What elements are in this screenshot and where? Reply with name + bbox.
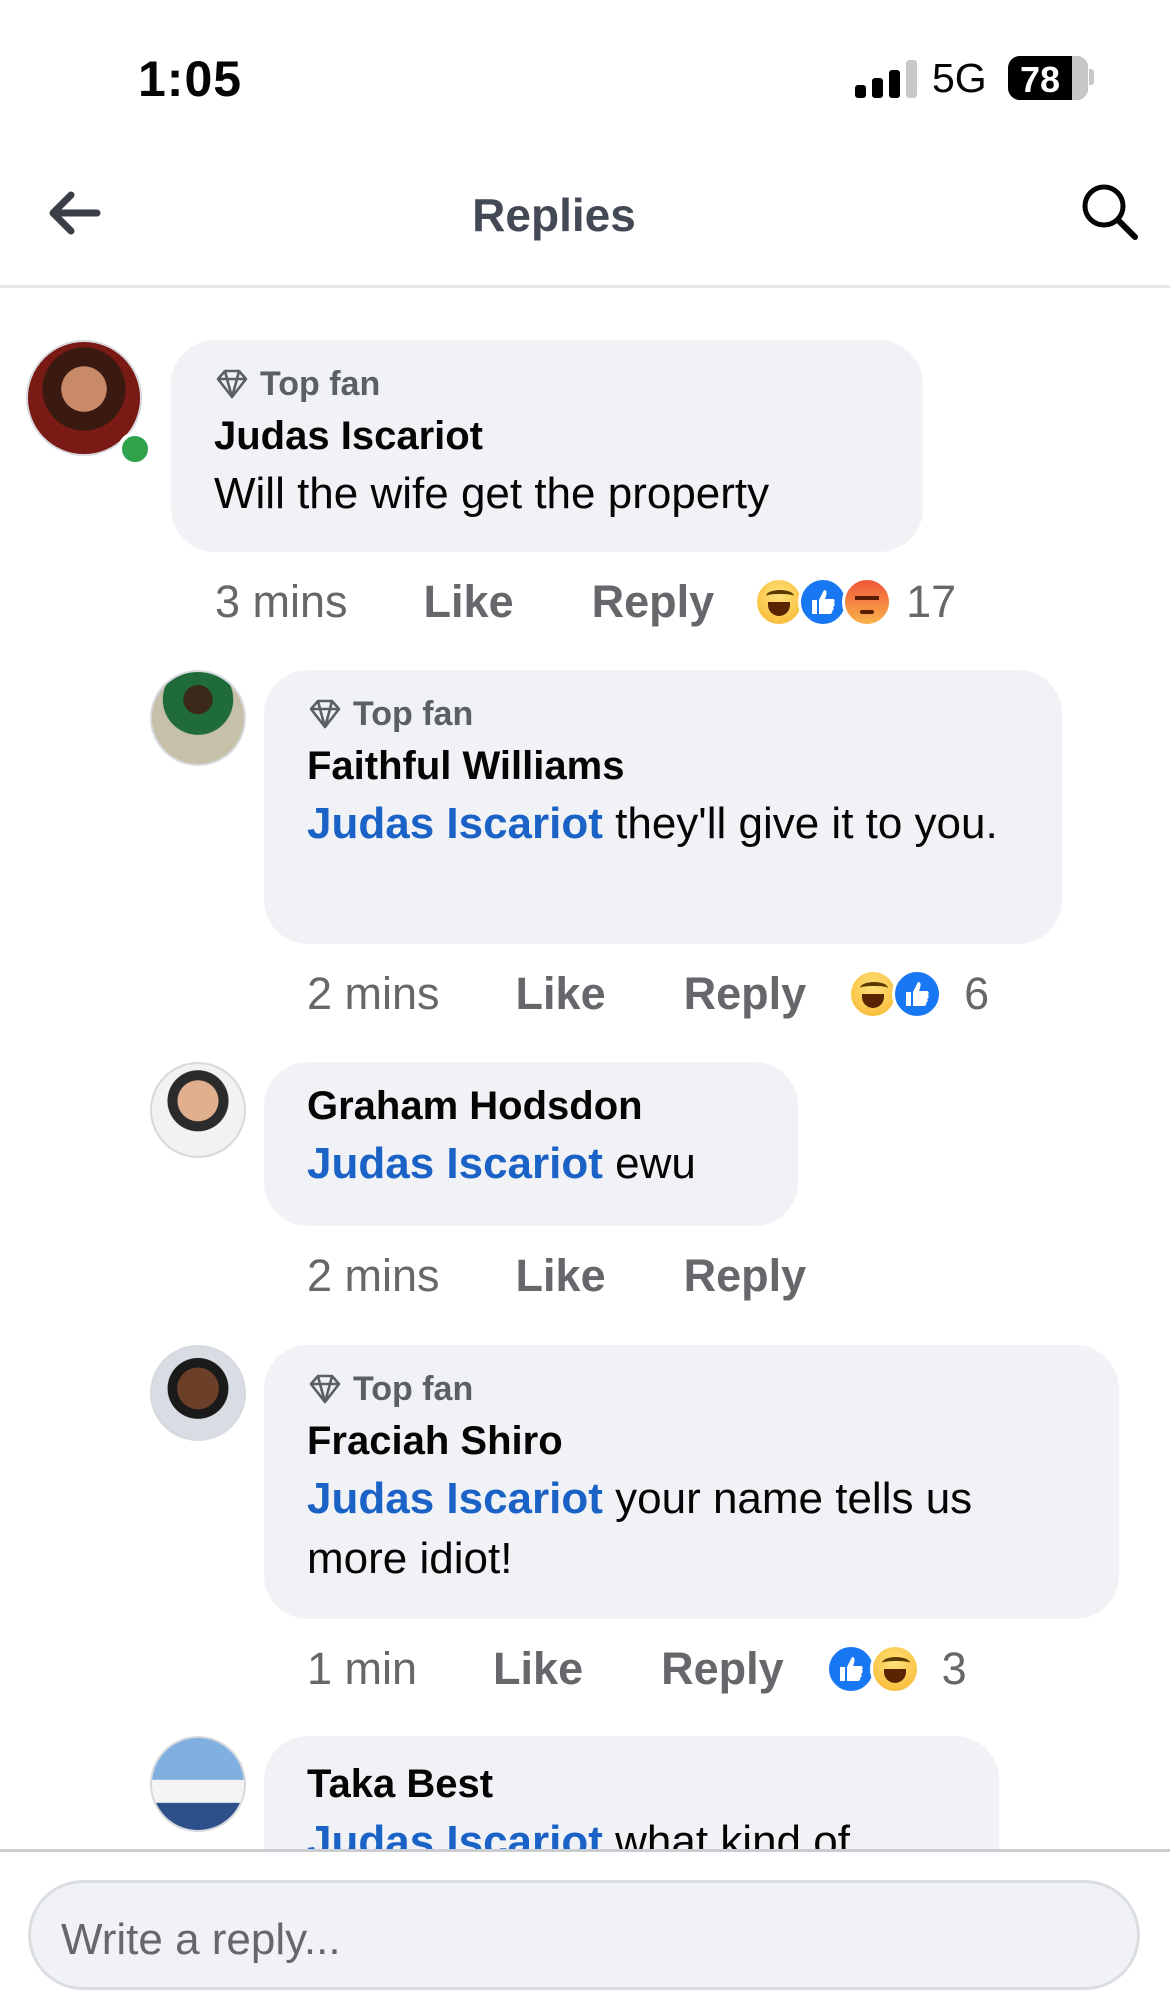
comment-time[interactable]: 2 mins <box>307 1250 440 1302</box>
avatar[interactable] <box>150 1736 246 1832</box>
comment-time[interactable]: 2 mins <box>307 968 440 1020</box>
comment-author[interactable]: Judas Iscariot <box>214 412 883 460</box>
reply-button[interactable]: Reply <box>592 576 715 628</box>
comment-author[interactable]: Fraciah Shiro <box>307 1417 1079 1465</box>
comment-author[interactable]: Graham Hodsdon <box>307 1082 758 1130</box>
comment-bubble[interactable]: Taka Best Judas Iscariot what kind of <box>264 1736 999 1849</box>
diamond-icon <box>216 369 248 399</box>
like-button[interactable]: Like <box>516 968 606 1020</box>
page-title: Replies <box>472 189 636 241</box>
signal-icon <box>855 60 917 98</box>
top-fan-badge: Top fan <box>307 1367 1079 1411</box>
like-icon <box>892 969 943 1019</box>
diamond-icon <box>309 699 341 729</box>
battery-icon: 78 <box>1008 56 1088 100</box>
comment-time[interactable]: 3 mins <box>215 576 348 628</box>
comment-author[interactable]: Faithful Williams <box>307 742 1022 790</box>
top-fan-label: Top fan <box>353 694 474 733</box>
comment-actions: 3 mins Like Reply 17 <box>215 572 956 632</box>
reaction-summary[interactable] <box>848 969 943 1019</box>
comment-text: Judas Iscariot what kind of <box>307 1812 959 1849</box>
comment-body: what kind of <box>602 1817 850 1849</box>
comment-author[interactable]: Taka Best <box>307 1760 959 1808</box>
comment-text: Judas Iscariot they'll give it to you. <box>307 794 1022 854</box>
comment-bubble[interactable]: Top fan Faithful Williams Judas Iscariot… <box>264 670 1062 944</box>
mention-link[interactable]: Judas Iscariot <box>307 1474 603 1523</box>
haha-icon <box>848 969 899 1019</box>
top-fan-badge: Top fan <box>214 362 883 406</box>
online-status-dot <box>118 432 152 466</box>
reaction-summary[interactable] <box>825 1644 920 1694</box>
mention-link[interactable]: Judas Iscariot <box>307 1139 603 1188</box>
comment-time[interactable]: 1 min <box>307 1643 417 1695</box>
composer-divider <box>0 1849 1170 1852</box>
comment-bubble[interactable]: Top fan Fraciah Shiro Judas Iscariot you… <box>264 1345 1119 1619</box>
angry-icon <box>842 577 893 627</box>
battery-tip <box>1089 69 1094 85</box>
network-type: 5G <box>932 55 987 101</box>
like-button[interactable]: Like <box>424 576 514 628</box>
reaction-count[interactable]: 3 <box>942 1643 967 1695</box>
avatar[interactable] <box>150 1345 246 1441</box>
top-fan-badge: Top fan <box>307 692 1022 736</box>
comment-text: Judas Iscariot your name tells us more i… <box>307 1469 1079 1589</box>
mention-link[interactable]: Judas Iscariot <box>307 1817 603 1849</box>
top-fan-label: Top fan <box>260 364 381 403</box>
mention-link[interactable]: Judas Iscariot <box>307 799 603 848</box>
reaction-count[interactable]: 17 <box>906 576 956 628</box>
like-icon <box>825 1644 876 1694</box>
comment-body: ewu <box>602 1139 696 1188</box>
comment-body: they'll give it to you. <box>602 799 998 848</box>
clipped-comment-area: Taka Best Judas Iscariot what kind of <box>0 1700 1170 1849</box>
avatar[interactable] <box>150 670 246 766</box>
comment-actions: 1 min Like Reply 3 <box>307 1639 967 1699</box>
reaction-count[interactable]: 6 <box>964 968 989 1020</box>
reply-input-placeholder: Write a reply... <box>61 1915 341 1964</box>
status-time: 1:05 <box>138 51 243 107</box>
diamond-icon <box>309 1374 341 1404</box>
avatar[interactable] <box>150 1062 246 1158</box>
comment-text: Judas Iscariot ewu <box>307 1134 758 1194</box>
battery-percent: 78 <box>1019 59 1061 100</box>
top-fan-label: Top fan <box>353 1369 474 1408</box>
like-button[interactable]: Like <box>493 1643 583 1695</box>
haha-icon <box>869 1644 920 1694</box>
reply-button[interactable]: Reply <box>684 968 807 1020</box>
comment-bubble[interactable]: Graham Hodsdon Judas Iscariot ewu <box>264 1062 798 1226</box>
reply-input[interactable]: Write a reply... <box>28 1880 1140 1990</box>
header-divider <box>0 285 1170 288</box>
comment-actions: 2 mins Like Reply <box>307 1246 806 1306</box>
reply-button[interactable]: Reply <box>684 1250 807 1302</box>
comment-bubble[interactable]: Top fan Judas Iscariot Will the wife get… <box>171 340 923 552</box>
reaction-summary[interactable] <box>754 577 893 627</box>
like-icon <box>798 577 849 627</box>
like-button[interactable]: Like <box>516 1250 606 1302</box>
comment-text: Will the wife get the property <box>214 469 770 518</box>
reply-button[interactable]: Reply <box>661 1643 784 1695</box>
haha-icon <box>754 577 805 627</box>
comment-actions: 2 mins Like Reply 6 <box>307 964 989 1024</box>
search-icon[interactable] <box>1080 182 1140 242</box>
